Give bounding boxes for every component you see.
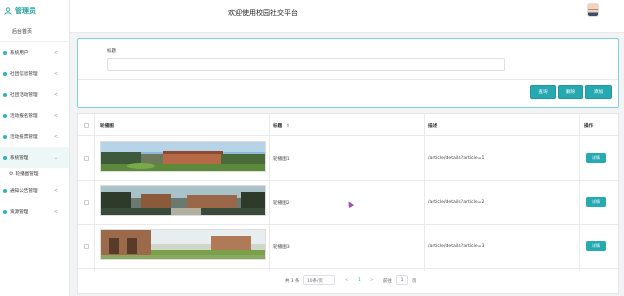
topbar: 欢迎使用校园社交平台 <box>70 0 624 33</box>
chevron-left-icon: < <box>53 49 59 56</box>
sidebar-item-label: 通知公告管理 <box>10 188 38 194</box>
sidebar-item-system-users[interactable]: 系统用户 < <box>0 42 69 63</box>
chevron-left-icon: < <box>53 91 59 98</box>
chevron-left-icon: < <box>53 133 59 140</box>
page-size-select[interactable]: 10条/页 <box>303 275 335 285</box>
bullet-icon <box>3 113 7 118</box>
campus-image <box>101 230 265 259</box>
gear-icon: ⚙ <box>9 171 14 177</box>
title-field-label: 标题 <box>107 49 116 54</box>
sidebar-item-activity-signup[interactable]: 活动报名管理 < <box>0 105 69 126</box>
sidebar-item-label: 系统用户 <box>10 50 29 56</box>
query-button[interactable]: 查询 <box>530 85 556 99</box>
next-page-button[interactable]: > <box>370 278 374 283</box>
row-checkbox[interactable] <box>84 156 89 161</box>
sidebar-item-label: 资源管理 <box>10 209 29 215</box>
bullet-icon <box>3 155 7 160</box>
row-desc: /article/details?article=2 <box>428 200 485 205</box>
page-unit-label: 页 <box>412 279 417 284</box>
sidebar-subitem-carousel[interactable]: ⚙ 轮播图管理 <box>0 168 69 180</box>
pagination: 共 3 条 10条/页 < 1 > 前往 1 页 <box>78 272 618 292</box>
row-desc: /article/details?article=3 <box>428 244 485 249</box>
sidebar: 管理员 后台首页 系统用户 < 社团信息管理 < 社团活动管理 < 活动报名管理… <box>0 0 70 296</box>
brand-label: 管理员 <box>15 7 36 15</box>
column-header-title[interactable]: 标题 ⇕ <box>273 123 290 129</box>
column-header-action: 操作 <box>584 124 594 129</box>
row-title: 轮播图3 <box>273 245 290 250</box>
bullet-icon <box>3 134 7 139</box>
sidebar-item-label: 社团信息管理 <box>10 71 38 77</box>
title-search-input[interactable] <box>107 58 505 71</box>
detail-button[interactable]: 详情 <box>586 197 606 207</box>
bullet-icon <box>3 71 7 76</box>
goto-label: 前往 <box>383 279 392 284</box>
column-header-title-label: 标题 <box>273 124 283 129</box>
table-header: 轮播图 标题 ⇕ 描述 操作 <box>78 114 618 136</box>
sidebar-item-club-activity[interactable]: 社团活动管理 < <box>0 84 69 105</box>
sidebar-item-label: 社团活动管理 <box>10 92 38 98</box>
sidebar-item-label: 活动投票管理 <box>10 134 38 140</box>
user-icon <box>4 7 12 15</box>
chevron-down-icon: ⌄ <box>53 154 59 161</box>
sidebar-subitem-label: 轮播图管理 <box>15 172 39 177</box>
prev-page-button[interactable]: < <box>345 278 349 283</box>
chevron-left-icon: < <box>53 70 59 77</box>
row-title: 轮播图2 <box>273 201 290 206</box>
chevron-left-icon: < <box>53 112 59 119</box>
table-row: 轮播图3 /article/details?article=3 详情 <box>78 225 618 269</box>
campus-image <box>101 186 265 215</box>
total-count: 共 3 条 <box>285 279 300 284</box>
carousel-thumbnail <box>100 185 266 216</box>
carousel-thumbnail <box>100 141 266 172</box>
campus-image <box>101 142 265 171</box>
sidebar-item-club-info[interactable]: 社团信息管理 < <box>0 63 69 84</box>
row-desc: /article/details?article=1 <box>428 156 485 161</box>
detail-button[interactable]: 详情 <box>586 153 606 163</box>
sidebar-item-home[interactable]: 后台首页 <box>0 22 69 42</box>
row-checkbox[interactable] <box>84 244 89 249</box>
bullet-icon <box>3 92 7 97</box>
page-title: 欢迎使用校园社交平台 <box>228 9 298 17</box>
current-page[interactable]: 1 <box>358 278 361 283</box>
brand: 管理员 <box>0 0 69 22</box>
row-checkbox[interactable] <box>84 200 89 205</box>
bullet-icon <box>3 188 7 193</box>
select-all-checkbox[interactable] <box>84 123 89 128</box>
sidebar-item-system-manage[interactable]: 系统管理 ⌄ <box>0 147 69 168</box>
sidebar-item-activity-vote[interactable]: 活动投票管理 < <box>0 126 69 147</box>
table-row: 轮播图1 /article/details?article=1 详情 <box>78 137 618 181</box>
delete-button[interactable]: 删除 <box>558 85 583 99</box>
sidebar-item-resource[interactable]: 资源管理 < <box>0 201 69 222</box>
add-button[interactable]: 添加 <box>585 85 612 99</box>
sidebar-item-label: 活动报名管理 <box>10 113 38 119</box>
row-title: 轮播图1 <box>273 157 290 162</box>
avatar-icon[interactable] <box>587 3 599 17</box>
sidebar-item-notice[interactable]: 通知公告管理 < <box>0 180 69 201</box>
column-header-desc: 描述 <box>428 124 438 129</box>
carousel-thumbnail <box>100 229 266 260</box>
sidebar-item-label: 系统管理 <box>10 155 29 161</box>
chevron-left-icon: < <box>53 208 59 215</box>
divider <box>78 79 618 80</box>
bullet-icon <box>3 50 7 55</box>
bullet-icon <box>3 209 7 214</box>
detail-button[interactable]: 详情 <box>586 241 606 251</box>
search-panel: 标题 查询 删除 添加 <box>77 38 619 108</box>
chevron-left-icon: < <box>53 187 59 194</box>
goto-page-input[interactable]: 1 <box>396 275 408 285</box>
sort-icon[interactable]: ⇕ <box>286 124 290 129</box>
column-header-image: 轮播图 <box>100 124 114 129</box>
